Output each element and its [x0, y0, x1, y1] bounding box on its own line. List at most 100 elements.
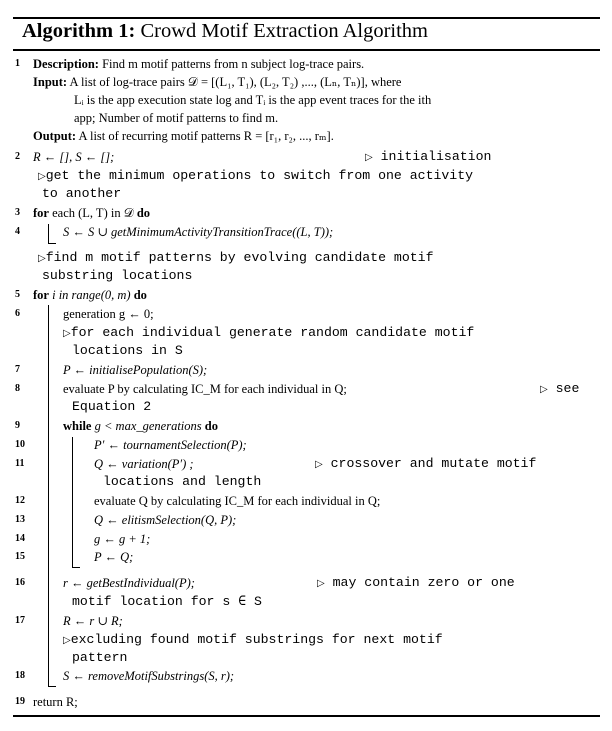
line-number: 17 [15, 615, 25, 626]
code-line-3: for each (L, T) in 𝒟 do [33, 204, 150, 222]
line-number: 1 [15, 58, 20, 69]
comment-triangle-icon: ▷ [63, 635, 71, 646]
line-number: 10 [15, 439, 25, 450]
code-line-14: g ← g + 1; [94, 532, 151, 546]
comment-text: initialisation [380, 149, 492, 164]
comment-text: find m motif patterns by evolving candid… [45, 250, 434, 265]
comment-triangle-icon: ▷ [63, 328, 71, 339]
comment-line: ▷excluding found motif substrings for ne… [63, 631, 443, 650]
bottom-rule [13, 715, 600, 717]
code-line-7: P ← initialisePopulation(S); [63, 363, 208, 377]
code-line-12: evaluate Q by calculating IC_M for each … [94, 494, 381, 508]
code-line-11: Q ← variation(P′) ; [94, 457, 194, 471]
comment-text: excluding found motif substrings for nex… [70, 632, 443, 647]
code-line-9: while g < max_generations do [63, 417, 218, 435]
loop-expr: i in range(0, m) [52, 288, 131, 302]
while-loop-bracket [72, 437, 73, 567]
comment-line: ▷find m motif patterns by evolving candi… [38, 249, 433, 268]
algorithm-name: Crowd Motif Extraction Algorithm [140, 20, 428, 42]
comment-triangle-icon: ▷ [38, 171, 46, 182]
line-number: 16 [15, 577, 25, 588]
top-rule [13, 17, 600, 19]
input-line-3: app; Number of motif patterns to find m. [74, 111, 279, 125]
code-line-10: P′ ← tournamentSelection(P); [94, 438, 247, 452]
comment-best: ▷ may contain zero or one [317, 574, 515, 593]
comment-text: may contain zero or one [332, 575, 515, 590]
line-number: 19 [15, 696, 25, 707]
comment-line-cont: motif location for s ∈ S [72, 594, 262, 609]
line-number: 15 [15, 551, 25, 562]
comment-text: crossover and mutate motif [330, 456, 537, 471]
comment-crossover: ▷ crossover and mutate motif [315, 455, 536, 474]
code-line-18: S ← removeMotifSubstrings(S, r); [63, 669, 235, 683]
keyword-for: for [33, 206, 49, 220]
title-rule [13, 49, 600, 51]
while-loop-bracket-foot [72, 567, 80, 568]
line-number: 3 [15, 207, 20, 218]
loop-expr: g < max_generations [94, 419, 202, 433]
line-number: 11 [15, 458, 25, 469]
code-line-13: Q ← elitismSelection(Q, P); [94, 513, 237, 527]
line-number: 13 [15, 514, 25, 525]
comment-text: see [555, 381, 580, 396]
keyword-do: do [204, 419, 218, 433]
comment-triangle-icon: ▷ [365, 152, 373, 163]
line-number: 9 [15, 420, 20, 431]
input-text: A list of log-trace pairs 𝒟 = [(L₁, T₁),… [69, 75, 402, 89]
comment-text: get the minimum operations to switch fro… [45, 168, 474, 183]
comment-triangle-icon: ▷ [315, 459, 323, 470]
code-line-17: R ← r ∪ R; [63, 614, 123, 628]
code-line-4: S ← S ∪ getMinimumActivityTransitionTrac… [63, 225, 334, 239]
line-number: 5 [15, 289, 20, 300]
code-line-2: R ← [], S ← []; [33, 150, 115, 164]
comment-see: ▷ see [540, 380, 579, 399]
comment-text: for each individual generate random cand… [70, 325, 475, 340]
keyword-do: do [133, 288, 147, 302]
description-text: Find m motif patterns from n subject log… [102, 57, 365, 71]
output-label: Output: [33, 129, 77, 143]
line-number: 2 [15, 151, 20, 162]
line-number: 12 [15, 495, 25, 506]
comment-line-cont: locations in S [72, 343, 183, 358]
comment-line-cont: substring locations [42, 268, 193, 283]
code-line-8: evaluate P by calculating IC_M for each … [63, 382, 347, 396]
code-line-5: for i in range(0, m) do [33, 286, 147, 304]
comment-triangle-icon: ▷ [38, 253, 46, 264]
comment-line-cont: pattern [72, 650, 128, 665]
line-number: 7 [15, 364, 20, 375]
input-line: Input: A list of log-trace pairs 𝒟 = [(L… [33, 73, 401, 91]
description-label: Description: [33, 57, 99, 71]
comment-line-cont: locations and length [103, 474, 262, 489]
algorithm-title: Algorithm 1: Crowd Motif Extraction Algo… [22, 20, 428, 43]
line-number: 18 [15, 670, 25, 681]
comment-line-cont: to another [42, 186, 122, 201]
block-bracket-foot [48, 243, 56, 244]
description-line: Description: Find m motif patterns from … [33, 55, 364, 73]
comment-line: ▷for each individual generate random can… [63, 324, 474, 343]
keyword-do: do [136, 206, 151, 220]
comment-line-cont: Equation 2 [72, 399, 152, 414]
code-line-19: return R; [33, 695, 78, 709]
output-line: Output: A list of recurring motif patter… [33, 127, 334, 145]
input-line-2: Lᵢ is the app execution state log and Tᵢ… [74, 93, 432, 107]
line-number: 4 [15, 226, 20, 237]
keyword-while: while [63, 419, 92, 433]
comment-triangle-icon: ▷ [540, 384, 548, 395]
input-label: Input: [33, 75, 68, 89]
line-number: 8 [15, 383, 20, 394]
line-number: 6 [15, 308, 20, 319]
line-number: 14 [15, 533, 25, 544]
comment-triangle-icon: ▷ [317, 578, 325, 589]
code-line-16: r ← getBestIndividual(P); [63, 576, 195, 590]
comment-initialisation: ▷ initialisation [365, 148, 491, 167]
code-line-15: P ← Q; [94, 550, 134, 564]
algorithm-label: Algorithm 1: [22, 20, 136, 42]
keyword-for: for [33, 288, 49, 302]
code-line-6: generation g ← 0; [63, 307, 154, 321]
loop-expr: each (L, T) in 𝒟 [52, 206, 134, 220]
block-bracket [48, 224, 49, 243]
for-loop-bracket [48, 305, 49, 686]
comment-line: ▷get the minimum operations to switch fr… [38, 167, 473, 186]
for-loop-bracket-foot [48, 686, 56, 687]
output-text: A list of recurring motif patterns R = [… [78, 129, 334, 143]
